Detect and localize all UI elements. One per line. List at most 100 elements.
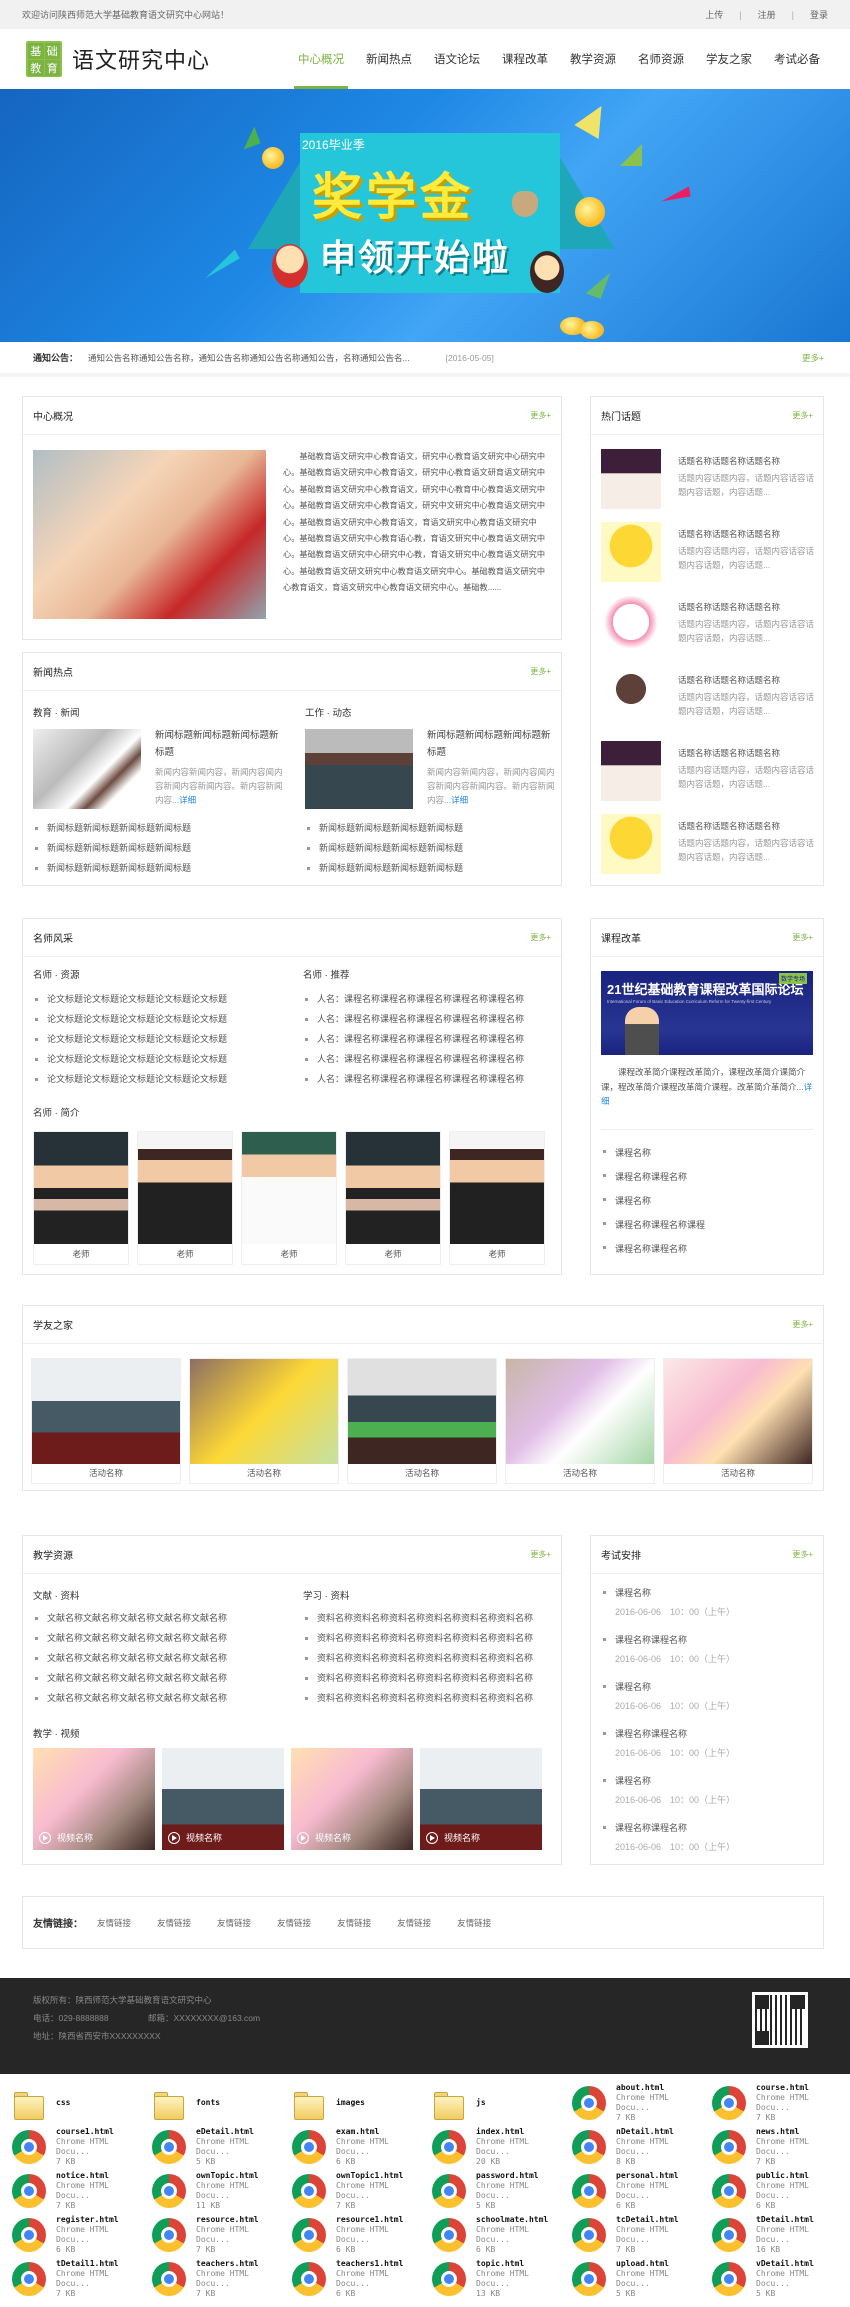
- exam-item[interactable]: 课程名称课程名称 2016-06-06 10：00（上午）: [601, 1633, 813, 1673]
- folder-item[interactable]: css: [0, 2082, 140, 2124]
- course-item[interactable]: 课程名称课程名称课程: [601, 1213, 813, 1237]
- file-item[interactable]: schoolmate.html Chrome HTML Docu... 6 KB: [420, 2214, 560, 2256]
- friend-link[interactable]: 友情链接: [277, 1917, 311, 1929]
- file-item[interactable]: tDetail.html Chrome HTML Docu... 16 KB: [700, 2214, 840, 2256]
- more-link[interactable]: 更多+: [792, 932, 813, 943]
- file-item[interactable]: eDetail.html Chrome HTML Docu... 5 KB: [140, 2126, 280, 2168]
- news-list-item[interactable]: 新闻标题新闻标题新闻标题新闻标题: [33, 858, 283, 878]
- news-detail-link[interactable]: 详细: [179, 795, 196, 805]
- file-item[interactable]: index.html Chrome HTML Docu... 20 KB: [420, 2126, 560, 2168]
- news-headline[interactable]: 新闻标题新闻标题新闻标题新标题: [427, 727, 555, 761]
- video-item[interactable]: 视频名称: [162, 1748, 284, 1850]
- more-link[interactable]: 更多+: [530, 410, 551, 421]
- topic-item[interactable]: 话题名称话题名称话题名称 话题内容话题内容，话题内容话容话题内容话题，内容话题..…: [601, 814, 814, 876]
- paper-item[interactable]: 论文标题论文标题论文标题论文标题论文标题: [33, 1049, 278, 1069]
- file-item[interactable]: course.html Chrome HTML Docu... 7 KB: [700, 2082, 840, 2124]
- hero-banner[interactable]: 2016毕业季 奖学金 申领开始啦: [0, 89, 850, 342]
- exam-item[interactable]: 课程名称课程名称 2016-06-06 10：00（上午）: [601, 1727, 813, 1767]
- nav-item-teachers[interactable]: 名师资源: [634, 29, 688, 89]
- exam-item[interactable]: 课程名称课程名称 2016-06-06 10：00（上午）: [601, 1821, 813, 1861]
- folder-item[interactable]: fonts: [140, 2082, 280, 2124]
- file-item[interactable]: tDetail1.html Chrome HTML Docu... 7 KB: [0, 2258, 140, 2300]
- login-link[interactable]: 登录: [810, 8, 828, 21]
- friend-link[interactable]: 友情链接: [457, 1917, 491, 1929]
- literature-item[interactable]: 文献名称文献名称文献名称文献名称文献名称: [33, 1648, 278, 1668]
- file-item[interactable]: resource.html Chrome HTML Docu... 7 KB: [140, 2214, 280, 2256]
- literature-item[interactable]: 文献名称文献名称文献名称文献名称文献名称: [33, 1668, 278, 1688]
- teacher-profile[interactable]: 老师: [33, 1131, 129, 1265]
- activity-item[interactable]: 活动名称: [189, 1358, 339, 1484]
- friend-link[interactable]: 友情链接: [217, 1917, 251, 1929]
- video-item[interactable]: 视频名称: [33, 1748, 155, 1850]
- folder-item[interactable]: js: [420, 2082, 560, 2124]
- file-item[interactable]: nDetail.html Chrome HTML Docu... 8 KB: [560, 2126, 700, 2168]
- upload-link[interactable]: 上传: [705, 8, 723, 21]
- news-list-item[interactable]: 新闻标题新闻标题新闻标题新闻标题: [305, 838, 555, 858]
- nav-item-news[interactable]: 新闻热点: [362, 29, 416, 89]
- file-item[interactable]: upload.html Chrome HTML Docu... 5 KB: [560, 2258, 700, 2300]
- news-list-item[interactable]: 新闻标题新闻标题新闻标题新闻标题: [305, 818, 555, 838]
- news-image[interactable]: [305, 729, 413, 809]
- study-item[interactable]: 资料名称资料名称资料名称资料名称资料名称资料名称: [303, 1608, 553, 1628]
- nav-item-exams[interactable]: 考试必备: [770, 29, 824, 89]
- topic-item[interactable]: 话题名称话题名称话题名称 话题内容话题内容，话题内容话容话题内容话题，内容话题..…: [601, 522, 814, 584]
- literature-item[interactable]: 文献名称文献名称文献名称文献名称文献名称: [33, 1628, 278, 1648]
- course-item[interactable]: 课程名称: [601, 1189, 813, 1213]
- literature-item[interactable]: 文献名称文献名称文献名称文献名称文献名称: [33, 1688, 278, 1708]
- friend-link[interactable]: 友情链接: [157, 1917, 191, 1929]
- file-item[interactable]: password.html Chrome HTML Docu... 5 KB: [420, 2170, 560, 2212]
- news-headline[interactable]: 新闻标题新闻标题新闻标题新标题: [155, 727, 283, 761]
- video-item[interactable]: 视频名称: [291, 1748, 413, 1850]
- topic-item[interactable]: 话题名称话题名称话题名称 话题内容话题内容，话题内容话容话题内容话题，内容话题..…: [601, 741, 814, 803]
- recommend-item[interactable]: 人名：课程名称课程名称课程名称课程名称课程名称: [303, 1049, 553, 1069]
- news-list-item[interactable]: 新闻标题新闻标题新闻标题新闻标题: [33, 818, 283, 838]
- site-logo[interactable]: 基 础 教 育 语文研究中心: [26, 41, 210, 77]
- news-detail-link[interactable]: 详细: [451, 795, 468, 805]
- topic-item[interactable]: 话题名称话题名称话题名称 话题内容话题内容，话题内容话容话题内容话题，内容话题..…: [601, 595, 814, 657]
- more-link[interactable]: 更多+: [530, 666, 551, 677]
- recommend-item[interactable]: 人名：课程名称课程名称课程名称课程名称课程名称: [303, 989, 553, 1009]
- study-item[interactable]: 资料名称资料名称资料名称资料名称资料名称资料名称: [303, 1668, 553, 1688]
- friend-link[interactable]: 友情链接: [97, 1917, 131, 1929]
- nav-item-forum[interactable]: 语文论坛: [430, 29, 484, 89]
- activity-item[interactable]: 活动名称: [663, 1358, 813, 1484]
- news-list-item[interactable]: 新闻标题新闻标题新闻标题新闻标题: [305, 858, 555, 878]
- file-item[interactable]: teachers.html Chrome HTML Docu... 7 KB: [140, 2258, 280, 2300]
- file-item[interactable]: personal.html Chrome HTML Docu... 6 KB: [560, 2170, 700, 2212]
- file-item[interactable]: public.html Chrome HTML Docu... 6 KB: [700, 2170, 840, 2212]
- more-link[interactable]: 更多+: [530, 932, 551, 943]
- paper-item[interactable]: 论文标题论文标题论文标题论文标题论文标题: [33, 1009, 278, 1029]
- file-item[interactable]: course1.html Chrome HTML Docu... 7 KB: [0, 2126, 140, 2168]
- file-item[interactable]: topic.html Chrome HTML Docu... 13 KB: [420, 2258, 560, 2300]
- register-link[interactable]: 注册: [758, 8, 776, 21]
- paper-item[interactable]: 论文标题论文标题论文标题论文标题论文标题: [33, 1029, 278, 1049]
- paper-item[interactable]: 论文标题论文标题论文标题论文标题论文标题: [33, 1069, 278, 1089]
- news-image[interactable]: [33, 729, 141, 809]
- file-item[interactable]: vDetail.html Chrome HTML Docu... 5 KB: [700, 2258, 840, 2300]
- topic-item[interactable]: 话题名称话题名称话题名称 话题内容话题内容，话题内容话容话题内容话题，内容话题..…: [601, 449, 814, 511]
- more-link[interactable]: 更多+: [792, 1319, 813, 1330]
- file-item[interactable]: register.html Chrome HTML Docu... 6 KB: [0, 2214, 140, 2256]
- nav-item-reform[interactable]: 课程改革: [498, 29, 552, 89]
- file-item[interactable]: about.html Chrome HTML Docu... 7 KB: [560, 2082, 700, 2124]
- file-item[interactable]: ownTopic1.html Chrome HTML Docu... 7 KB: [280, 2170, 420, 2212]
- folder-item[interactable]: images: [280, 2082, 420, 2124]
- more-link[interactable]: 更多+: [530, 1549, 551, 1560]
- file-item[interactable]: exam.html Chrome HTML Docu... 6 KB: [280, 2126, 420, 2168]
- teacher-profile[interactable]: 老师: [345, 1131, 441, 1265]
- nav-item-alumni[interactable]: 学友之家: [702, 29, 756, 89]
- exam-item[interactable]: 课程名称 2016-06-06 10：00（上午）: [601, 1586, 813, 1626]
- teacher-profile[interactable]: 老师: [241, 1131, 337, 1265]
- topic-item[interactable]: 话题名称话题名称话题名称 话题内容话题内容，话题内容话容话题内容话题，内容话题..…: [601, 668, 814, 730]
- teacher-profile[interactable]: 老师: [449, 1131, 545, 1265]
- notice-text[interactable]: 通知公告名称通知公告名称，通知公告名称通知公告名称通知公告，名称通知公告名...: [88, 352, 410, 364]
- notice-more-link[interactable]: 更多+: [802, 352, 824, 364]
- nav-item-resources[interactable]: 教学资源: [566, 29, 620, 89]
- file-item[interactable]: news.html Chrome HTML Docu... 7 KB: [700, 2126, 840, 2168]
- teacher-profile[interactable]: 老师: [137, 1131, 233, 1265]
- exam-item[interactable]: 课程名称 2016-06-06 10：00（上午）: [601, 1680, 813, 1720]
- news-list-item[interactable]: 新闻标题新闻标题新闻标题新闻标题: [33, 838, 283, 858]
- course-item[interactable]: 课程名称课程名称: [601, 1237, 813, 1261]
- file-item[interactable]: notice.html Chrome HTML Docu... 7 KB: [0, 2170, 140, 2212]
- recommend-item[interactable]: 人名：课程名称课程名称课程名称课程名称课程名称: [303, 1009, 553, 1029]
